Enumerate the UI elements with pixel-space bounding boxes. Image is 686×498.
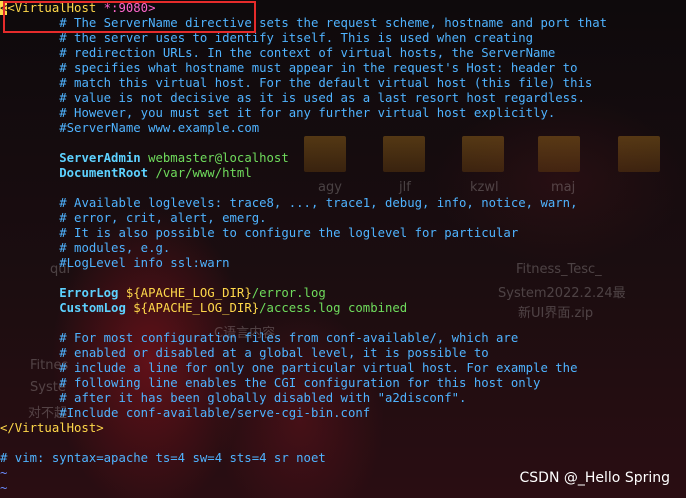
log-dir-variable: ${APACHE_LOG_DIR} [133, 301, 260, 315]
comment-line: # redirection URLs. In the context of vi… [59, 46, 556, 60]
comment-line: # include a line for only one particular… [59, 361, 578, 375]
custom-log-line: CustomLog ${APACHE_LOG_DIR}/access.log c… [0, 301, 686, 316]
comment-line: # enabled or disabled at a global level,… [59, 346, 489, 360]
custom-log-directive: CustomLog [59, 301, 126, 315]
error-log-line: ErrorLog ${APACHE_LOG_DIR}/error.log [0, 286, 686, 301]
error-log-directive: ErrorLog [59, 286, 119, 300]
comment-line: # modules, e.g. [59, 241, 171, 255]
comment-line: #ServerName www.example.com [59, 121, 260, 135]
comment-line: #Include conf-available/serve-cgi-bin.co… [59, 406, 371, 420]
comment-line: #LogLevel info ssl:warn [59, 256, 230, 270]
document-root-value: /var/www/html [155, 166, 252, 180]
highlight-annotation-box [3, 1, 256, 33]
document-root-directive: DocumentRoot [59, 166, 149, 180]
custom-log-path: /access.log combined [259, 301, 408, 315]
vim-editor[interactable]: <<VirtualHost *:9080> # The ServerName d… [0, 0, 686, 496]
comment-line: # Available loglevels: trace8, ..., trac… [59, 196, 578, 210]
comment-line: # after it has been globally disabled wi… [59, 391, 467, 405]
server-admin-value: webmaster@localhost [148, 151, 289, 165]
csdn-watermark: CSDN @_Hello Spring [519, 470, 670, 486]
comment-line: # value is not decisive as it is used as… [59, 91, 585, 105]
vim-modeline: # vim: syntax=apache ts=4 sw=4 sts=4 sr … [0, 451, 326, 465]
document-root-line: DocumentRoot /var/www/html [0, 166, 686, 181]
comment-line: # the server uses to identify itself. Th… [59, 31, 534, 45]
server-admin-directive: ServerAdmin [59, 151, 141, 165]
server-admin-line: ServerAdmin webmaster@localhost [0, 151, 686, 166]
comment-line: # specifies what hostname must appear in… [59, 61, 578, 75]
comment-line: # For most configuration files from conf… [59, 331, 519, 345]
comment-line: # error, crit, alert, emerg. [59, 211, 267, 225]
comment-line: # It is also possible to configure the l… [59, 226, 519, 240]
virtualhost-close-tag: </VirtualHost> [0, 421, 104, 435]
comment-line: # match this virtual host. For the defau… [59, 76, 593, 90]
log-dir-variable: ${APACHE_LOG_DIR} [125, 286, 252, 300]
error-log-path: /error.log [251, 286, 326, 300]
comment-line: # However, you must set it for any furth… [59, 106, 556, 120]
comment-line: # following line enables the CGI configu… [59, 376, 541, 390]
